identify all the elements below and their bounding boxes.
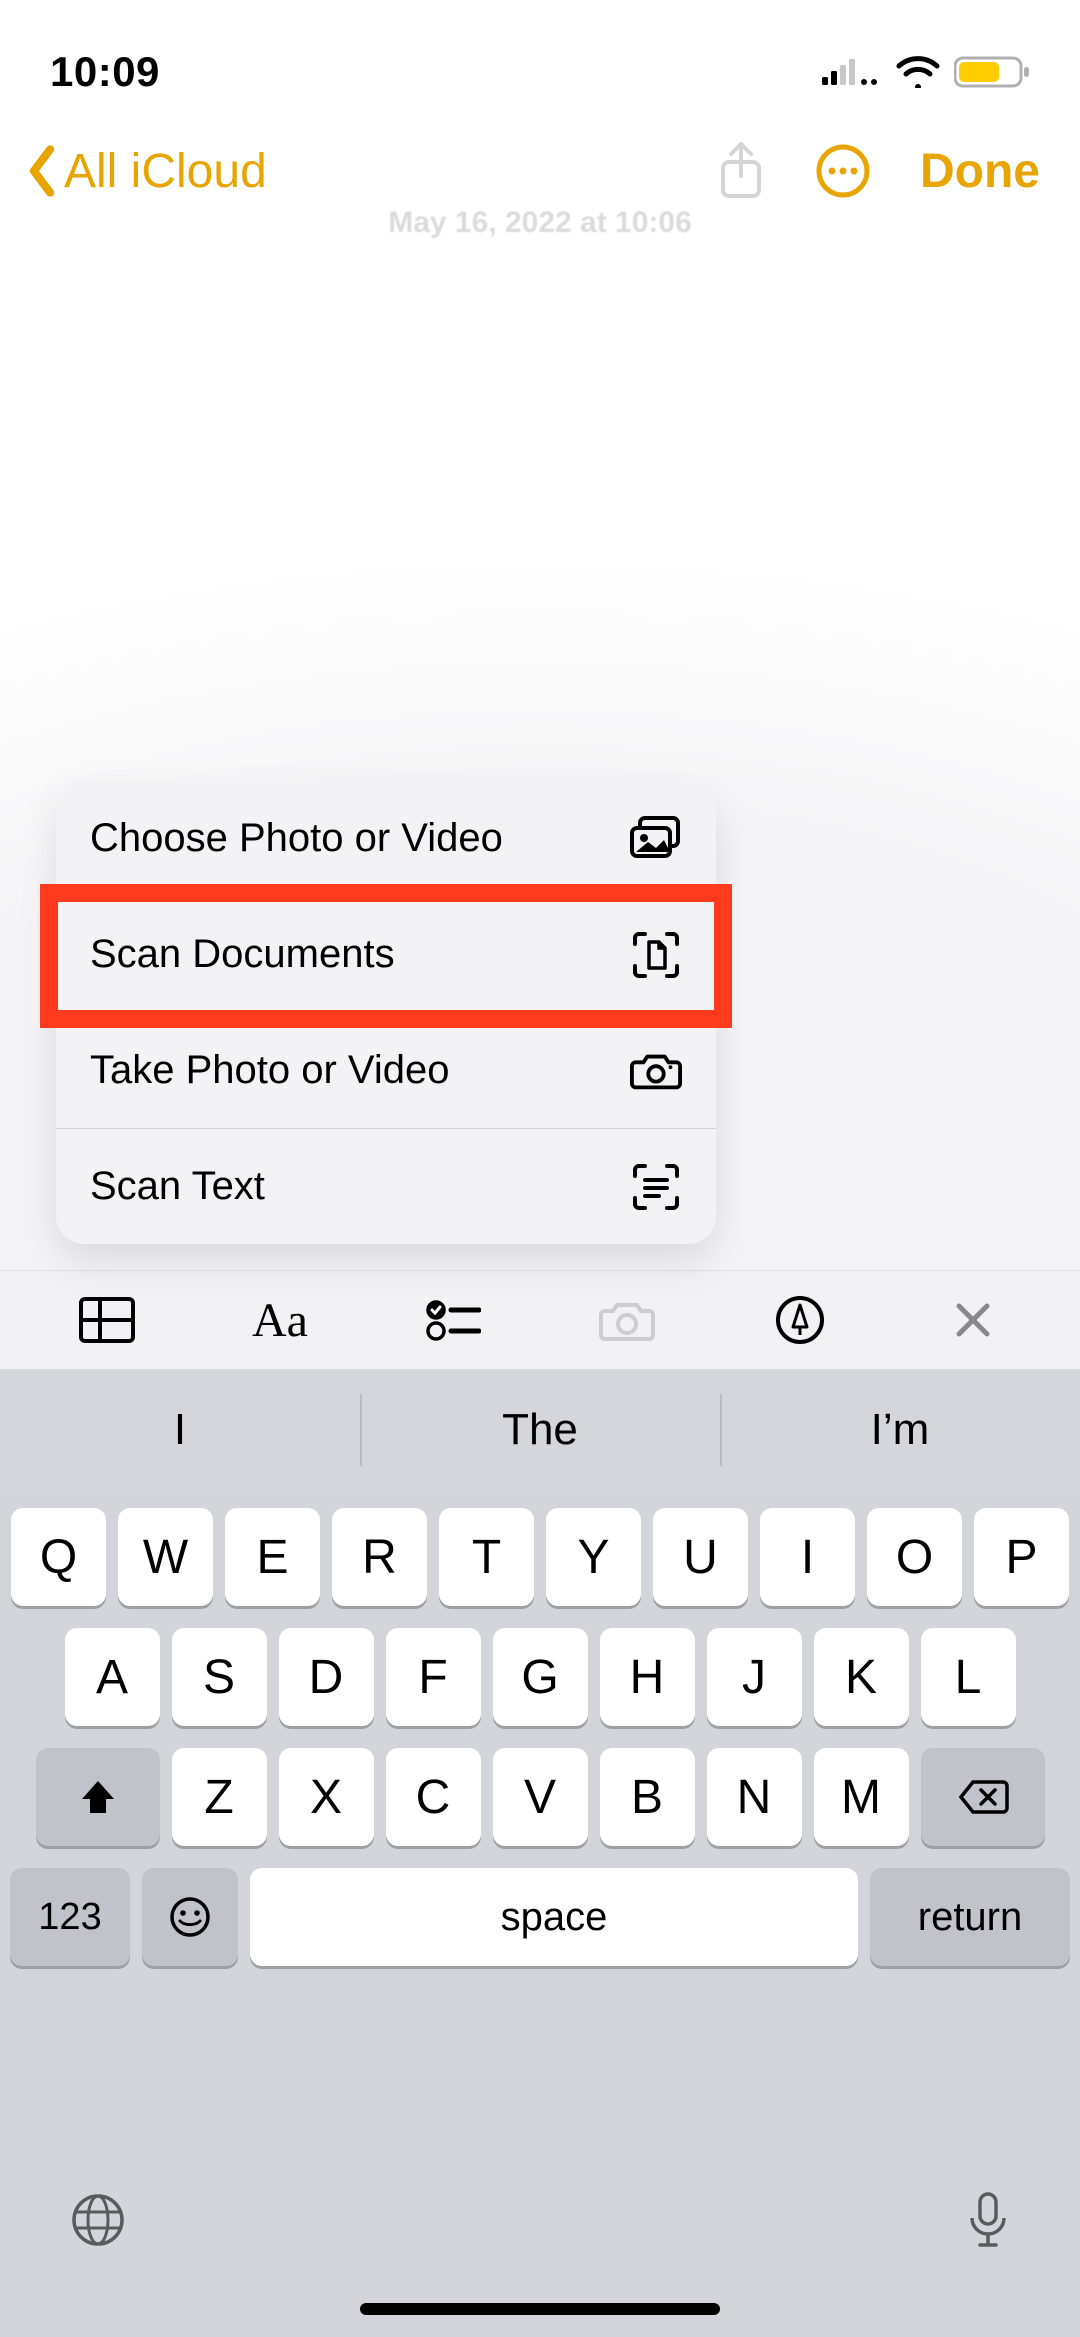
share-icon xyxy=(716,140,766,202)
menu-item-label: Take Photo or Video xyxy=(90,1048,450,1093)
key-m[interactable]: M xyxy=(814,1748,909,1846)
markup-button[interactable] xyxy=(740,1295,860,1345)
table-icon xyxy=(78,1296,136,1344)
share-button[interactable] xyxy=(716,140,766,202)
globe-icon xyxy=(70,2192,126,2248)
note-timestamp: May 16, 2022 at 10:06 xyxy=(388,206,692,239)
done-button[interactable]: Done xyxy=(920,144,1040,199)
ellipsis-circle-icon xyxy=(816,144,870,198)
dictation-button[interactable] xyxy=(966,2190,1010,2255)
key-i[interactable]: I xyxy=(760,1508,855,1606)
key-shift[interactable] xyxy=(36,1748,160,1846)
key-row-3: Z X C V B N M xyxy=(10,1748,1070,1846)
nav-bar: All iCloud Done xyxy=(0,110,1080,212)
key-b[interactable]: B xyxy=(600,1748,695,1846)
key-row-4: 123 space return xyxy=(10,1868,1070,1966)
menu-item-label: Choose Photo or Video xyxy=(90,816,503,861)
suggestion-2[interactable]: The xyxy=(360,1370,720,1490)
key-space[interactable]: space xyxy=(250,1868,858,1966)
camera-icon xyxy=(630,1045,682,1097)
key-l[interactable]: L xyxy=(921,1628,1016,1726)
key-a[interactable]: A xyxy=(65,1628,160,1726)
key-row-1: Q W E R T Y U I O P xyxy=(10,1508,1070,1606)
doc-viewfinder-icon xyxy=(630,929,682,981)
key-g[interactable]: G xyxy=(493,1628,588,1726)
key-e[interactable]: E xyxy=(225,1508,320,1606)
close-icon xyxy=(953,1300,993,1340)
insert-table-button[interactable] xyxy=(47,1296,167,1344)
key-k[interactable]: K xyxy=(814,1628,909,1726)
menu-item-scan-text[interactable]: Scan Text xyxy=(56,1128,716,1244)
key-o[interactable]: O xyxy=(867,1508,962,1606)
key-u[interactable]: U xyxy=(653,1508,748,1606)
photo-stack-icon xyxy=(630,812,682,864)
menu-item-label: Scan Documents xyxy=(90,932,395,977)
key-q[interactable]: Q xyxy=(11,1508,106,1606)
key-z[interactable]: Z xyxy=(172,1748,267,1846)
battery-icon xyxy=(954,55,1030,89)
back-button[interactable]: All iCloud xyxy=(24,144,267,199)
attachment-menu: Choose Photo or Video Scan Documents Tak… xyxy=(56,780,716,1244)
status-right-icons xyxy=(822,55,1030,89)
key-n[interactable]: N xyxy=(707,1748,802,1846)
menu-item-take-photo[interactable]: Take Photo or Video xyxy=(56,1012,716,1128)
key-x[interactable]: X xyxy=(279,1748,374,1846)
menu-item-label: Scan Text xyxy=(90,1164,265,1209)
quicktype-bar: I The I’m xyxy=(0,1370,1080,1490)
key-row-2: A S D F G H J K L xyxy=(10,1628,1070,1726)
dismiss-toolbar-button[interactable] xyxy=(913,1300,1033,1340)
text-format-button[interactable]: Aa xyxy=(220,1293,340,1348)
status-time: 10:09 xyxy=(50,48,160,96)
more-button[interactable] xyxy=(816,144,870,198)
key-h[interactable]: H xyxy=(600,1628,695,1726)
menu-item-scan-documents[interactable]: Scan Documents xyxy=(56,896,716,1012)
key-c[interactable]: C xyxy=(386,1748,481,1846)
markup-icon xyxy=(775,1295,825,1345)
key-s[interactable]: S xyxy=(172,1628,267,1726)
suggestion-1[interactable]: I xyxy=(0,1370,360,1490)
text-format-icon: Aa xyxy=(252,1293,308,1348)
checklist-icon xyxy=(425,1297,481,1343)
emoji-icon xyxy=(168,1895,212,1939)
menu-item-choose-photo[interactable]: Choose Photo or Video xyxy=(56,780,716,896)
key-y[interactable]: Y xyxy=(546,1508,641,1606)
status-bar: 10:09 xyxy=(0,0,1080,110)
key-emoji[interactable] xyxy=(142,1868,238,1966)
back-label: All iCloud xyxy=(64,144,267,199)
cell-signal-dual-icon xyxy=(822,57,882,87)
key-t[interactable]: T xyxy=(439,1508,534,1606)
key-d[interactable]: D xyxy=(279,1628,374,1726)
mic-icon xyxy=(966,2190,1010,2250)
home-indicator[interactable] xyxy=(360,2303,720,2315)
globe-button[interactable] xyxy=(70,2192,126,2253)
key-p[interactable]: P xyxy=(974,1508,1069,1606)
insert-attachment-button[interactable] xyxy=(567,1297,687,1343)
format-toolbar: Aa xyxy=(0,1270,1080,1370)
key-backspace[interactable] xyxy=(921,1748,1045,1846)
shift-icon xyxy=(76,1775,120,1819)
keyboard: Q W E R T Y U I O P A S D F G H J K L Z … xyxy=(0,1490,1080,2337)
key-r[interactable]: R xyxy=(332,1508,427,1606)
backspace-icon xyxy=(957,1778,1009,1816)
checklist-button[interactable] xyxy=(393,1297,513,1343)
key-f[interactable]: F xyxy=(386,1628,481,1726)
key-123[interactable]: 123 xyxy=(10,1868,130,1966)
key-w[interactable]: W xyxy=(118,1508,213,1606)
key-return[interactable]: return xyxy=(870,1868,1070,1966)
suggestion-3[interactable]: I’m xyxy=(720,1370,1080,1490)
chevron-left-icon xyxy=(24,144,60,198)
text-viewfinder-icon xyxy=(630,1161,682,1213)
key-j[interactable]: J xyxy=(707,1628,802,1726)
key-v[interactable]: V xyxy=(493,1748,588,1846)
camera-icon xyxy=(597,1297,657,1343)
wifi-icon xyxy=(896,56,940,88)
